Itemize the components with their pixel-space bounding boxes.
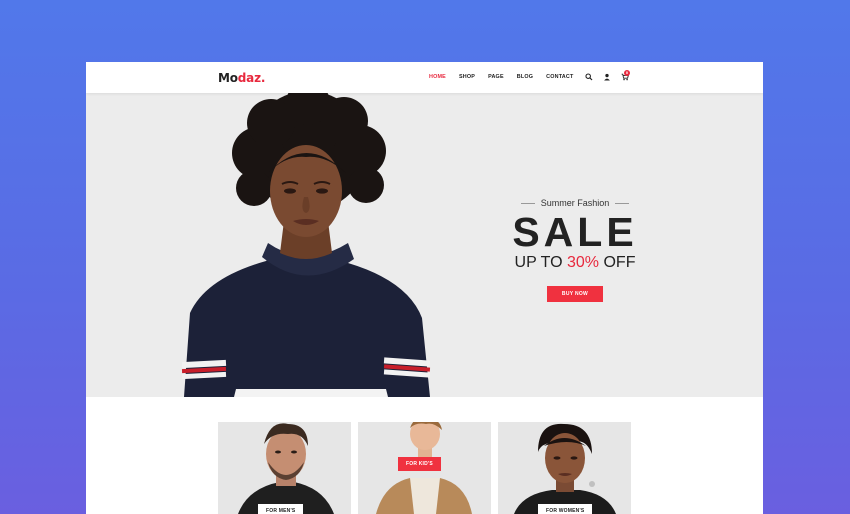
men-model-image (218, 422, 351, 514)
category-label-kids[interactable]: FOR KID'S (398, 457, 441, 471)
hero-subtitle-row: Summer Fashion (490, 198, 660, 208)
divider-line-right (615, 202, 630, 204)
hero-title: SALE (512, 209, 638, 255)
offer-suffix: OFF (603, 254, 636, 271)
women-model-image (498, 422, 631, 514)
hero-model-image (181, 93, 431, 397)
category-cards: FOR MEN'S FOR KID'S FOR WOMEN'S (218, 422, 632, 514)
nav-item-contact[interactable]: CONTACT (546, 74, 573, 80)
logo-accent: daz. (237, 71, 266, 85)
category-label-women[interactable]: FOR WOMEN'S (538, 504, 593, 514)
category-label-men[interactable]: FOR MEN'S (258, 504, 304, 514)
nav-item-page[interactable]: PAGE (488, 74, 504, 80)
offer-prefix: UP TO (514, 254, 563, 271)
hero-offer: UP TO 30% OFF (490, 254, 660, 272)
category-card-women[interactable]: FOR WOMEN'S (498, 422, 631, 514)
user-icon[interactable] (603, 73, 611, 81)
nav-item-blog[interactable]: BLOG (517, 74, 533, 80)
hero-text-block: Summer Fashion SALE UP TO 30% OFF BUY NO… (490, 198, 660, 302)
nav-item-home[interactable]: HOME (429, 74, 446, 80)
site-header: Modaz. HOME SHOP PAGE BLOG CONTACT 0 (86, 62, 763, 93)
offer-percent: 30% (567, 254, 600, 271)
category-card-kids[interactable]: FOR KID'S (358, 422, 491, 514)
divider-line-left (520, 202, 535, 204)
logo-prefix: Mo (218, 71, 238, 85)
nav-item-shop[interactable]: SHOP (459, 74, 475, 80)
hero-subtitle: Summer Fashion (540, 198, 610, 208)
header-icons (585, 73, 629, 81)
main-nav: HOME SHOP PAGE BLOG CONTACT (429, 74, 573, 80)
buy-now-button[interactable]: BUY NOW (546, 286, 604, 302)
hero-banner: Summer Fashion SALE UP TO 30% OFF BUY NO… (86, 93, 763, 397)
site-logo[interactable]: Modaz. (218, 71, 265, 85)
browser-frame: Modaz. HOME SHOP PAGE BLOG CONTACT 0 Sum… (86, 62, 763, 514)
search-icon[interactable] (585, 73, 593, 81)
cart-count-badge: 0 (624, 70, 630, 76)
category-card-men[interactable]: FOR MEN'S (218, 422, 351, 514)
